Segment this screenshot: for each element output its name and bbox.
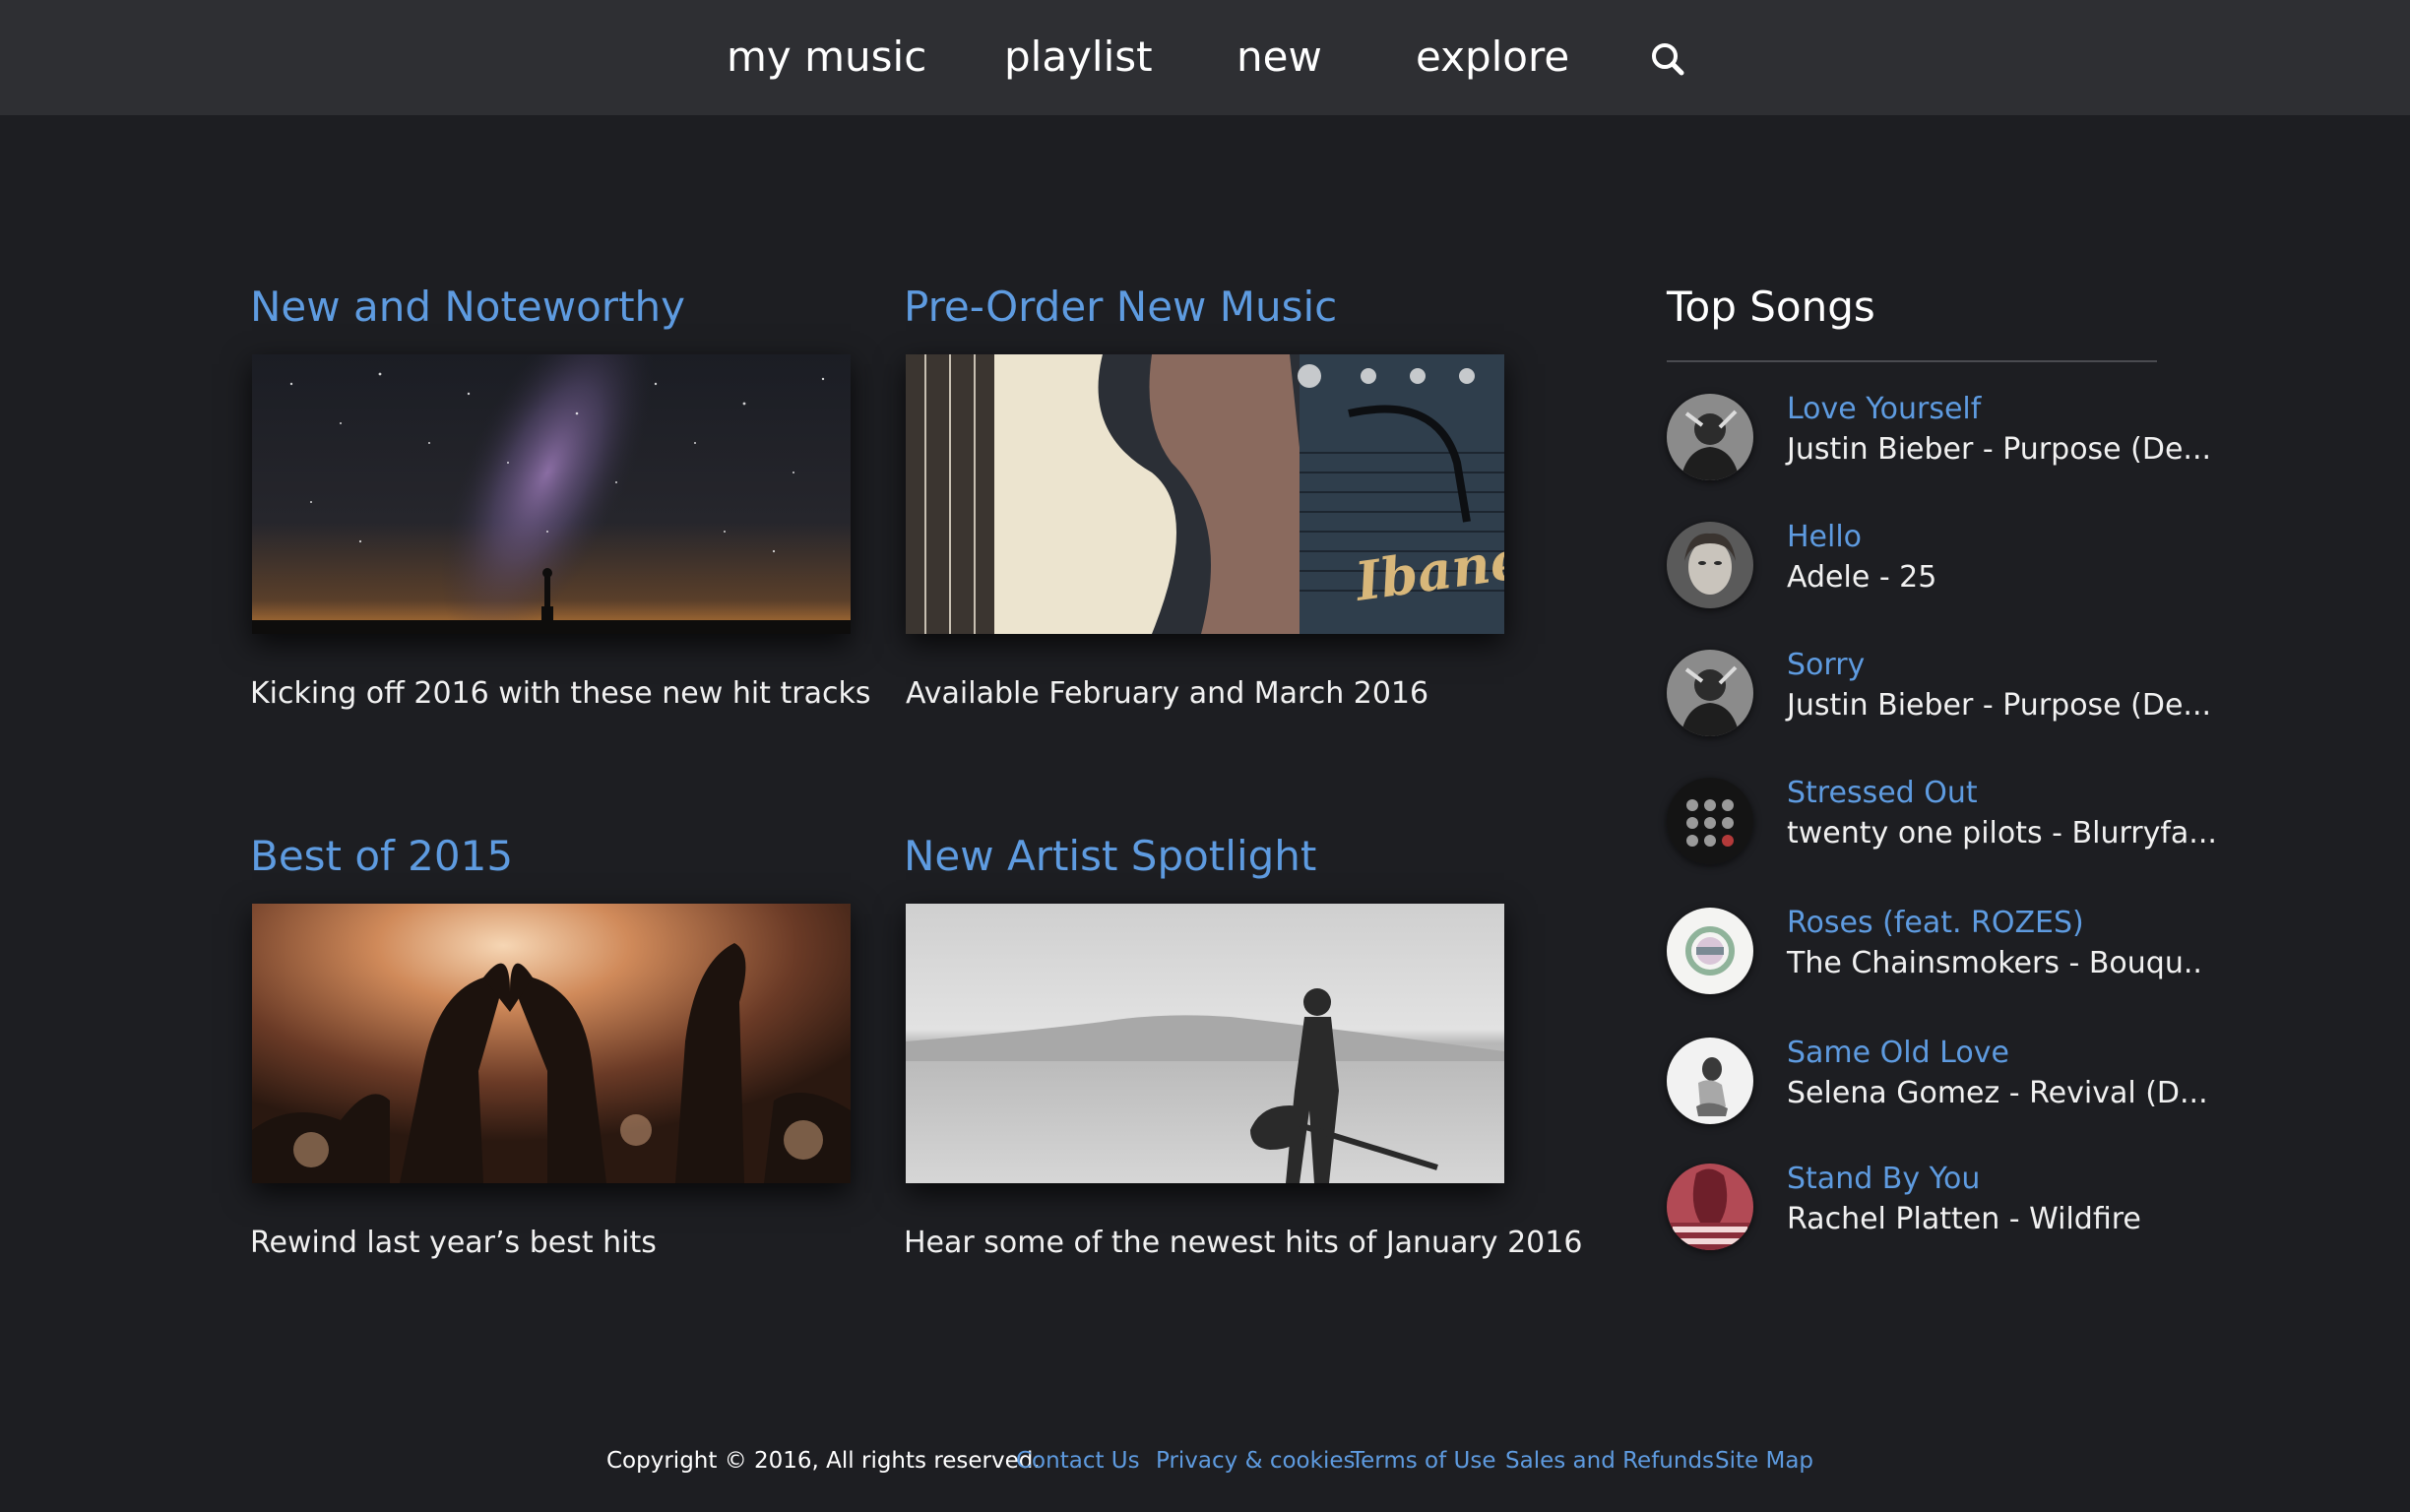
song-artist-album: Rachel Platten - Wildfire [1787, 1202, 2141, 1236]
footer-link-site-map[interactable]: Site Map [1715, 1443, 1813, 1479]
nav-explore[interactable]: explore [1416, 30, 1569, 85]
footer-link-privacy[interactable]: Privacy & cookies [1156, 1443, 1355, 1479]
album-art [1667, 908, 1753, 994]
song-item[interactable]: Stressed Out twenty one pilots - Blurryf… [1667, 776, 2218, 866]
song-title[interactable]: Stressed Out [1787, 774, 1978, 813]
guitar-and-ibanez-amp-photo[interactable]: Ibanez [906, 354, 1504, 634]
song-artist-album: Justin Bieber - Purpose (De... [1787, 432, 2212, 467]
song-title[interactable]: Stand By You [1787, 1160, 1980, 1199]
card-caption: Available February and March 2016 [906, 676, 1429, 711]
card-new-artist-spotlight: New Artist Spotlight Hear some of the ne… [904, 829, 1582, 1282]
footer-link-terms[interactable]: Terms of Use [1351, 1443, 1496, 1479]
song-artist-album: Adele - 25 [1787, 560, 1937, 595]
card-pre-order-new-music: Pre-Order New Music Ibanez Available Feb… [904, 280, 1534, 732]
top-navigation-bar: my music playlist new explore [0, 0, 2410, 115]
album-art [1667, 1038, 1753, 1124]
song-item[interactable]: Stand By You Rachel Platten - Wildfire [1667, 1162, 2218, 1252]
song-title[interactable]: Same Old Love [1787, 1034, 2009, 1073]
song-title[interactable]: Love Yourself [1787, 390, 1981, 429]
song-item[interactable]: Same Old Love Selena Gomez - Revival (D.… [1667, 1036, 2218, 1126]
song-item[interactable]: Sorry Justin Bieber - Purpose (De... [1667, 648, 2218, 738]
guitarist-desert-silhouette-photo[interactable] [906, 904, 1504, 1183]
card-caption: Kicking off 2016 with these new hit trac… [250, 676, 871, 711]
footer-link-sales-refunds[interactable]: Sales and Refunds [1505, 1443, 1714, 1479]
card-new-and-noteworthy: New and Noteworthy Kicking off 2016 with… [250, 280, 880, 732]
song-item[interactable]: Love Yourself Justin Bieber - Purpose (D… [1667, 392, 2218, 482]
card-title[interactable]: New and Noteworthy [250, 280, 685, 335]
song-item[interactable]: Roses (feat. ROZES) The Chainsmokers - B… [1667, 906, 2218, 996]
top-songs-title: Top Songs [1667, 283, 1875, 331]
album-art [1667, 394, 1753, 480]
copyright-text: Copyright © 2016, All rights reserved. [606, 1448, 1041, 1474]
album-art [1667, 778, 1753, 864]
top-songs-divider [1667, 360, 2157, 362]
card-title[interactable]: Pre-Order New Music [904, 280, 1337, 335]
card-best-of-2015: Best of 2015 Rewind last year’s best hit… [250, 829, 880, 1282]
card-title[interactable]: New Artist Spotlight [904, 829, 1316, 884]
card-caption: Rewind last year’s best hits [250, 1226, 657, 1260]
concert-crowd-heart-hands-photo[interactable] [252, 904, 851, 1183]
top-songs-panel: Top Songs Love Yourself Justin Bieber - … [1667, 280, 2218, 1264]
song-title[interactable]: Roses (feat. ROZES) [1787, 904, 2084, 943]
nav-my-music[interactable]: my music [727, 30, 926, 85]
card-caption: Hear some of the newest hits of January … [904, 1226, 1583, 1260]
song-artist-album: Selena Gomez - Revival (D... [1787, 1076, 2208, 1110]
nav-new[interactable]: new [1237, 30, 1322, 85]
album-art [1667, 650, 1753, 736]
song-artist-album: twenty one pilots - Blurryfa... [1787, 816, 2217, 850]
song-artist-album: The Chainsmokers - Bouqu.. [1787, 946, 2202, 980]
card-title[interactable]: Best of 2015 [250, 829, 513, 884]
song-artist-album: Justin Bieber - Purpose (De... [1787, 688, 2212, 723]
album-art [1667, 1164, 1753, 1250]
nav-playlist[interactable]: playlist [1004, 30, 1153, 85]
song-item[interactable]: Hello Adele - 25 [1667, 520, 2218, 610]
song-title[interactable]: Sorry [1787, 646, 1865, 685]
footer-link-contact-us[interactable]: Contact Us [1016, 1443, 1140, 1479]
album-art [1667, 522, 1753, 608]
footer: Copyright © 2016, All rights reserved. C… [0, 1443, 2410, 1482]
search-icon[interactable] [1648, 39, 1687, 79]
milky-way-night-sky-photo[interactable] [252, 354, 851, 634]
song-title[interactable]: Hello [1787, 518, 1862, 557]
